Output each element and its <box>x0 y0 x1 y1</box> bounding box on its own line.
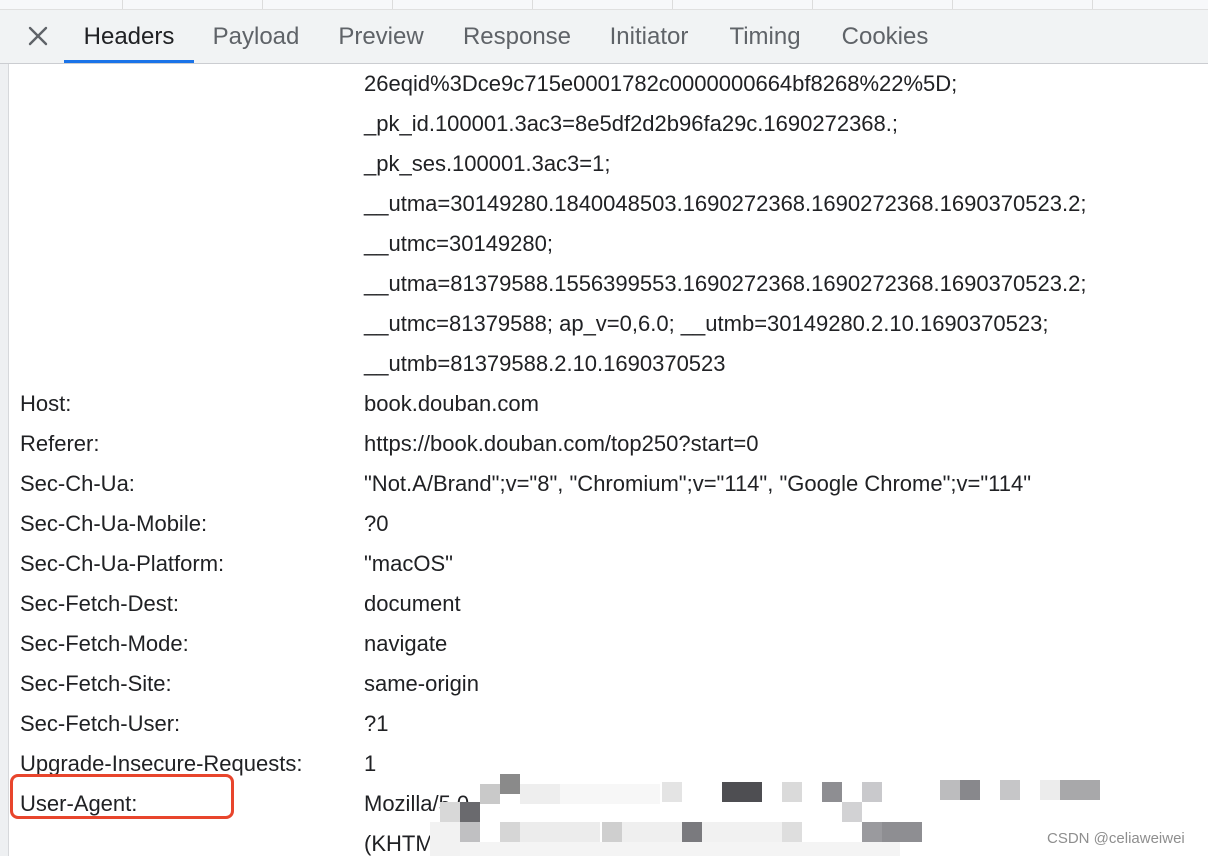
cookie-value-line: 26eqid%3Dce9c715e0001782c0000000664bf826… <box>9 64 1208 104</box>
panel-left-edge <box>0 10 9 856</box>
header-row-sec-fetch-site: Sec-Fetch-Site: same-origin <box>9 664 1208 704</box>
header-value: document <box>364 591 461 616</box>
mosaic-cell <box>862 782 882 802</box>
cookie-value-line: _pk_ses.100001.3ac3=1; <box>9 144 1208 184</box>
mosaic-cell <box>460 802 480 822</box>
mosaic-cell <box>560 784 660 804</box>
mosaic-cell <box>940 780 960 800</box>
header-row-sec-fetch-dest: Sec-Fetch-Dest: document <box>9 584 1208 624</box>
column-separator <box>262 0 263 9</box>
header-name: Sec-Ch-Ua-Platform: <box>20 551 225 576</box>
mosaic-cell <box>520 822 600 842</box>
header-value: navigate <box>364 631 448 656</box>
tab-response[interactable]: Response <box>450 10 584 63</box>
tab-cookies[interactable]: Cookies <box>828 10 942 63</box>
mosaic-cell <box>520 784 560 804</box>
mosaic-cell <box>500 774 520 794</box>
header-name: Referer: <box>20 431 100 456</box>
header-value: same-origin <box>364 671 479 696</box>
mosaic-cell <box>722 782 762 802</box>
tab-initiator[interactable]: Initiator <box>596 10 702 63</box>
mosaic-cell <box>822 782 842 802</box>
mosaic-cell <box>702 822 782 842</box>
devtools-tab-bar: Headers Payload Preview Response Initiat… <box>0 10 1208 64</box>
header-value: book.douban.com <box>364 391 539 416</box>
tab-payload[interactable]: Payload <box>200 10 312 63</box>
column-separator <box>1092 0 1093 9</box>
header-value: __utmb=81379588.2.10.1690370523 <box>364 351 726 376</box>
header-value: __utmc=81379588; ap_v=0,6.0; __utmb=3014… <box>364 311 1049 336</box>
mosaic-cell <box>782 782 802 802</box>
user-agent-highlight-box <box>10 774 234 819</box>
mosaic-cell <box>430 822 460 856</box>
header-value: _pk_id.100001.3ac3=8e5df2d2b96fa29c.1690… <box>364 111 898 136</box>
cookie-value-line: __utmb=81379588.2.10.1690370523 <box>9 344 1208 384</box>
mosaic-cell <box>862 822 882 842</box>
mosaic-cell <box>882 822 922 842</box>
header-value: "macOS" <box>364 551 453 576</box>
redaction-mosaic <box>430 774 950 856</box>
column-separator <box>672 0 673 9</box>
header-value: __utma=81379588.1556399553.1690272368.16… <box>364 271 1087 296</box>
column-separator <box>952 0 953 9</box>
column-separator <box>532 0 533 9</box>
header-value: __utmc=30149280; <box>364 231 553 256</box>
mosaic-cell <box>782 822 802 842</box>
cookie-value-line: _pk_id.100001.3ac3=8e5df2d2b96fa29c.1690… <box>9 104 1208 144</box>
header-name: Sec-Fetch-Dest: <box>20 591 179 616</box>
column-separator <box>122 0 123 9</box>
header-value: _pk_ses.100001.3ac3=1; <box>364 151 611 176</box>
mosaic-cell <box>1060 780 1100 800</box>
cookie-value-line: __utma=30149280.1840048503.1690272368.16… <box>9 184 1208 224</box>
header-row-host: Host: book.douban.com <box>9 384 1208 424</box>
close-icon <box>28 26 48 46</box>
header-value: ?1 <box>364 711 389 736</box>
column-separator <box>812 0 813 9</box>
top-strip <box>0 0 1208 10</box>
tab-preview[interactable]: Preview <box>326 10 436 63</box>
mosaic-cell <box>1000 780 1020 800</box>
header-value: "Not.A/Brand";v="8", "Chromium";v="114",… <box>364 471 1032 496</box>
mosaic-cell <box>602 822 622 842</box>
close-button[interactable] <box>22 23 54 51</box>
mosaic-cell <box>960 780 980 800</box>
mosaic-cell <box>682 822 702 842</box>
tab-headers[interactable]: Headers <box>64 10 194 63</box>
tab-timing[interactable]: Timing <box>716 10 814 63</box>
watermark: CSDN @celiaweiwei <box>1047 830 1185 847</box>
request-headers-list: 26eqid%3Dce9c715e0001782c0000000664bf826… <box>9 64 1208 856</box>
mosaic-cell <box>460 822 480 842</box>
header-row-sec-ch-ua-mobile: Sec-Ch-Ua-Mobile: ?0 <box>9 504 1208 544</box>
mosaic-cell <box>842 802 862 822</box>
mosaic-cell <box>622 822 682 842</box>
cookie-value-line: __utma=81379588.1556399553.1690272368.16… <box>9 264 1208 304</box>
header-name: Sec-Ch-Ua: <box>20 471 135 496</box>
column-separator <box>392 0 393 9</box>
header-value: 1 <box>364 751 377 776</box>
header-row-sec-ch-ua-platform: Sec-Ch-Ua-Platform: "macOS" <box>9 544 1208 584</box>
mosaic-cell <box>1040 780 1060 800</box>
header-value: https://book.douban.com/top250?start=0 <box>364 431 759 456</box>
cookie-value-line: __utmc=81379588; ap_v=0,6.0; __utmb=3014… <box>9 304 1208 344</box>
mosaic-cell <box>662 782 682 802</box>
cookie-value-line: __utmc=30149280; <box>9 224 1208 264</box>
mosaic-cell <box>480 784 500 804</box>
header-value: __utma=30149280.1840048503.1690272368.16… <box>364 191 1087 216</box>
redaction-mosaic-right <box>940 780 1108 806</box>
header-name: Sec-Ch-Ua-Mobile: <box>20 511 208 536</box>
header-name: Host: <box>20 391 72 416</box>
mosaic-cell <box>440 802 460 822</box>
header-row-referer: Referer: https://book.douban.com/top250?… <box>9 424 1208 464</box>
mosaic-cell <box>500 822 520 842</box>
header-row-sec-ch-ua: Sec-Ch-Ua: "Not.A/Brand";v="8", "Chromiu… <box>9 464 1208 504</box>
header-name: Sec-Fetch-Mode: <box>20 631 189 656</box>
mosaic-cell <box>460 842 900 856</box>
header-row-sec-fetch-user: Sec-Fetch-User: ?1 <box>9 704 1208 744</box>
header-name: Sec-Fetch-Site: <box>20 671 172 696</box>
header-value: 26eqid%3Dce9c715e0001782c0000000664bf826… <box>364 71 958 96</box>
header-name: Sec-Fetch-User: <box>20 711 181 736</box>
header-value: ?0 <box>364 511 389 536</box>
header-row-sec-fetch-mode: Sec-Fetch-Mode: navigate <box>9 624 1208 664</box>
